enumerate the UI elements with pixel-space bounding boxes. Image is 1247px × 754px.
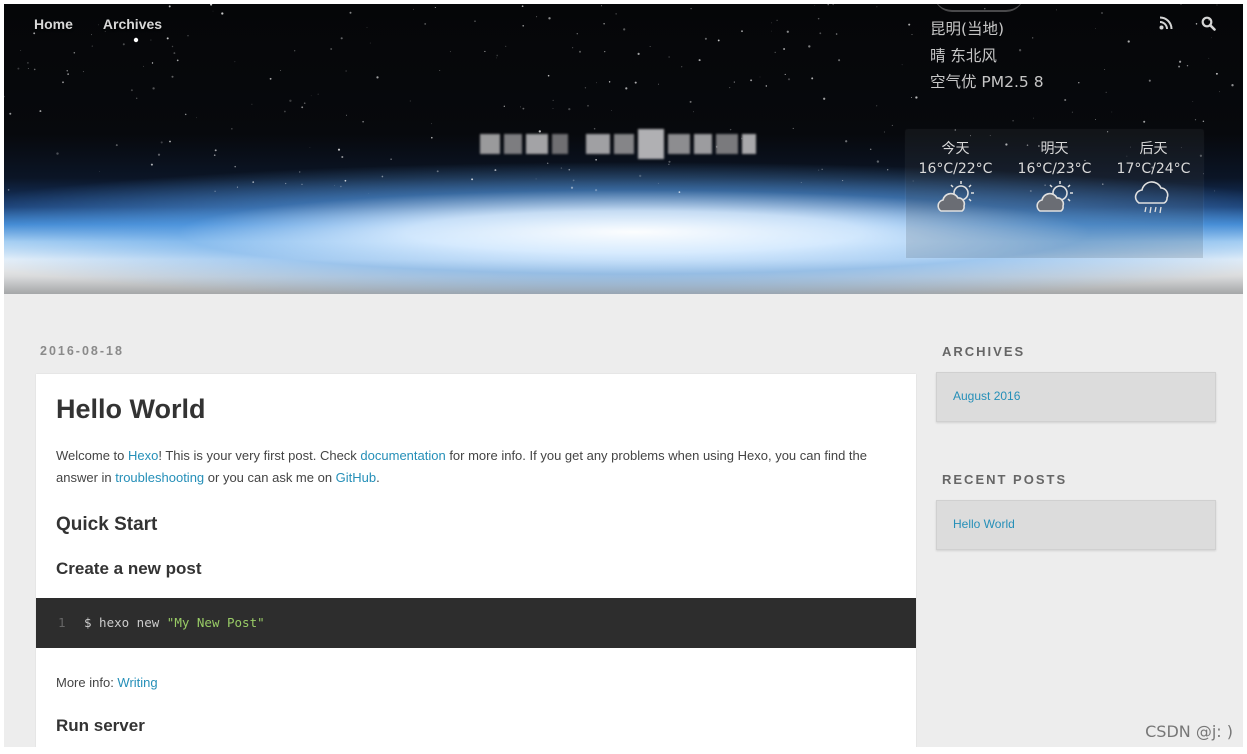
sidebar-archives-widget: August 2016 xyxy=(936,372,1216,422)
intro-text: Welcome to xyxy=(56,448,129,463)
troubleshooting-link[interactable]: troubleshooting xyxy=(115,470,204,485)
post-date: 2016-08-18 xyxy=(40,344,124,358)
hexo-link[interactable]: Hexo xyxy=(128,448,158,463)
code-line: $ hexo new "My New Post" xyxy=(84,598,265,648)
documentation-link[interactable]: documentation xyxy=(360,448,445,463)
more-info-line: More info: Writing xyxy=(56,672,896,694)
post-title[interactable]: Hello World xyxy=(56,394,206,425)
weather-air-quality: 空气优 PM2.5 8 xyxy=(930,73,1044,91)
forecast-day-name: 后天 xyxy=(1139,141,1168,157)
heading-quick-start: Quick Start xyxy=(56,514,158,535)
recent-post-link-hello-world[interactable]: Hello World xyxy=(953,517,1015,531)
forecast-day-name: 今天 xyxy=(941,141,970,157)
weather-location: 昆明(当地) xyxy=(930,20,1005,38)
partly-cloudy-icon xyxy=(1035,181,1073,212)
weather-current: 昆明(当地) 晴 东北风 空气优 PM2.5 8 xyxy=(930,16,1044,96)
nav-archives-link[interactable]: Archives xyxy=(103,16,162,32)
forecast-day: 今天 16°C/22°C xyxy=(906,130,1005,258)
watermark: CSDN @j: ) xyxy=(1145,722,1233,741)
heading-run-server: Run server xyxy=(56,716,145,735)
nav-home-link[interactable]: Home xyxy=(34,16,73,32)
forecast-day-temp: 16°C/22°C xyxy=(918,161,993,177)
code-line-number: 1 xyxy=(58,615,66,630)
sidebar-recent-title: RECENT POSTS xyxy=(942,472,1068,487)
code-string: "My New Post" xyxy=(166,615,265,630)
forecast-day-name: 明天 xyxy=(1040,141,1069,157)
more-info-label: More info: xyxy=(56,675,118,690)
post-intro-paragraph: Welcome to Hexo! This is your very first… xyxy=(56,445,896,489)
site-title-obscured xyxy=(480,120,766,168)
forecast-day-temp: 17°C/24°C xyxy=(1116,161,1191,177)
post-article: Hello World Welcome to Hexo! This is you… xyxy=(36,374,916,747)
intro-text: ! This is your very first post. Check xyxy=(158,448,361,463)
main-nav: Home Archives xyxy=(34,16,162,32)
weather-forecast-panel: 今天 16°C/22°C 明天 16°C/23°C 后天 17°C/24°C xyxy=(906,130,1203,258)
search-icon[interactable] xyxy=(1201,16,1217,32)
partly-cloudy-icon xyxy=(936,181,974,212)
github-link[interactable]: GitHub xyxy=(336,470,376,485)
forecast-day: 后天 17°C/24°C xyxy=(1104,130,1203,258)
code-block: 1 $ hexo new "My New Post" xyxy=(36,598,916,648)
rss-icon[interactable] xyxy=(1159,16,1175,32)
rain-icon xyxy=(1134,181,1168,214)
archive-link-august-2016[interactable]: August 2016 xyxy=(953,389,1020,403)
writing-link[interactable]: Writing xyxy=(117,675,157,690)
forecast-day-temp: 16°C/23°C xyxy=(1017,161,1092,177)
header-icons xyxy=(1159,16,1217,32)
sidebar-recent-widget: Hello World xyxy=(936,500,1216,550)
heading-create-post: Create a new post xyxy=(56,559,202,578)
weather-condition: 晴 东北风 xyxy=(930,46,997,65)
header-banner: Home Archives 昆明(当地) 晴 东北风 空气优 PM2.5 8 今… xyxy=(4,4,1243,294)
sidebar-archives-title: ARCHIVES xyxy=(942,344,1026,359)
page-frame: Home Archives 昆明(当地) 晴 东北风 空气优 PM2.5 8 今… xyxy=(4,4,1243,747)
code-command: $ hexo new xyxy=(84,615,167,630)
weather-decoration xyxy=(934,4,1024,12)
intro-text: or you can ask me on xyxy=(204,470,336,485)
forecast-day: 明天 16°C/23°C xyxy=(1005,130,1104,258)
intro-text: . xyxy=(376,470,380,485)
